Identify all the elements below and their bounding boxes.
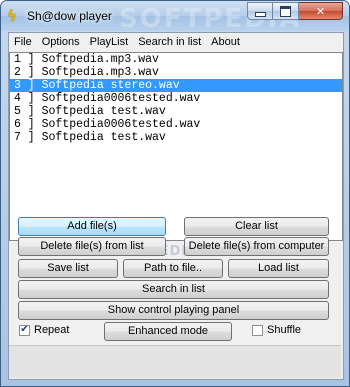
title-bar[interactable]: ϟ Sh@dow player SOFTPEDIA ✕ [1, 1, 349, 34]
menu-playlist[interactable]: PlayList [85, 33, 134, 52]
playlist-item[interactable]: 5 ] Softpedia test.wav [10, 105, 342, 118]
playlist-item[interactable]: 2 ] Softpedia.mp3.wav [10, 66, 342, 79]
path-to-file-button[interactable]: Path to file.. [123, 259, 223, 278]
status-panel [9, 345, 341, 378]
lightning-icon: ϟ [7, 7, 17, 25]
save-list-button[interactable]: Save list [18, 259, 118, 278]
app-window: ϟ Sh@dow player SOFTPEDIA ✕ File Options… [0, 0, 350, 387]
caption-buttons: ✕ [247, 2, 343, 21]
add-files-button[interactable]: Add file(s) [18, 217, 166, 236]
show-control-panel-button[interactable]: Show control playing panel [18, 301, 329, 320]
minimize-button[interactable] [247, 2, 273, 20]
clear-list-button[interactable]: Clear list [184, 217, 329, 236]
playlist-box[interactable]: 1 ] Softpedia.mp3.wav 2 ] Softpedia.mp3.… [9, 52, 343, 241]
menu-about[interactable]: About [206, 33, 245, 52]
playlist-item[interactable]: 6 ] Softpedia0006tested.wav [10, 118, 342, 131]
playlist-item[interactable]: 1 ] Softpedia.mp3.wav [10, 53, 342, 66]
client-area: File Options PlayList Search in list Abo… [8, 32, 344, 380]
menu-file[interactable]: File [9, 33, 37, 52]
playlist-item[interactable]: 7 ] Softpedia test.wav [10, 131, 342, 144]
playlist-item-selected[interactable]: 3 ] Softpedia stereo.wav [10, 79, 342, 92]
playlist-item[interactable]: 4 ] Softpedia0006tested.wav [10, 92, 342, 105]
menu-bar: File Options PlayList Search in list Abo… [9, 33, 343, 52]
window-title: Sh@dow player [27, 9, 112, 23]
repeat-label: Repeat [34, 324, 70, 336]
shuffle-label: Shuffle [267, 324, 302, 336]
close-button[interactable]: ✕ [299, 2, 343, 20]
maximize-icon [280, 5, 291, 17]
shuffle-option[interactable]: Shuffle [252, 324, 301, 336]
enhanced-mode-button[interactable]: Enhanced mode [104, 322, 232, 341]
menu-options[interactable]: Options [37, 33, 85, 52]
load-list-button[interactable]: Load list [228, 259, 329, 278]
minimize-icon [254, 11, 266, 17]
search-in-list-button[interactable]: Search in list [18, 280, 329, 299]
repeat-option[interactable]: ✔ Repeat [19, 324, 69, 336]
menu-search-in-list[interactable]: Search in list [133, 33, 206, 52]
close-icon: ✕ [315, 4, 326, 18]
delete-from-list-button[interactable]: Delete file(s) from list [18, 237, 166, 256]
delete-from-computer-button[interactable]: Delete file(s) from computer [184, 237, 329, 256]
shuffle-checkbox[interactable] [252, 324, 263, 336]
maximize-button[interactable] [273, 2, 299, 20]
repeat-checkbox[interactable]: ✔ [19, 324, 30, 336]
